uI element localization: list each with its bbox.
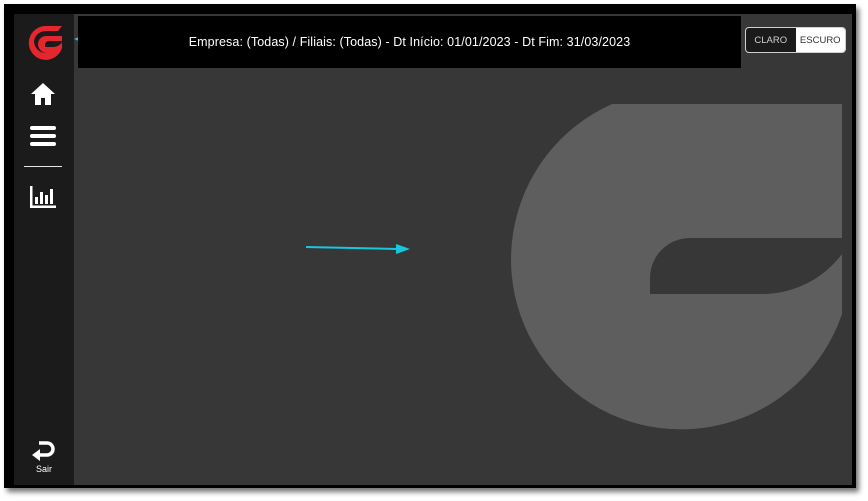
menu-icon [30,126,56,146]
home-icon [31,83,55,105]
sidebar-item-home[interactable] [28,79,58,109]
theme-dark-button[interactable]: ESCURO [795,28,845,52]
brand-logo-icon[interactable] [24,22,64,62]
header-bar: Empresa: (Todas) / Filiais: (Todas) - Dt… [78,16,741,68]
exit-button[interactable]: Sair [14,438,74,482]
brand-watermark-icon [511,104,842,430]
sidebar-divider [24,166,62,167]
bar-chart-icon [30,186,56,208]
exit-label: Sair [35,464,52,474]
theme-toggle: CLARO ESCURO [745,27,846,53]
return-icon [32,441,55,461]
sidebar-item-charts[interactable] [28,182,58,212]
app-window: Sair Empresa: (Todas) / Filiais: (Todas)… [14,14,852,485]
filter-summary: Empresa: (Todas) / Filiais: (Todas) - Dt… [188,35,631,49]
sidebar-item-menu[interactable] [28,121,58,151]
annotation-arrow-content [305,244,410,254]
sidebar: Sair [14,14,74,485]
screenshot-frame: Sair Empresa: (Todas) / Filiais: (Todas)… [4,4,856,488]
theme-light-button[interactable]: CLARO [746,28,796,52]
